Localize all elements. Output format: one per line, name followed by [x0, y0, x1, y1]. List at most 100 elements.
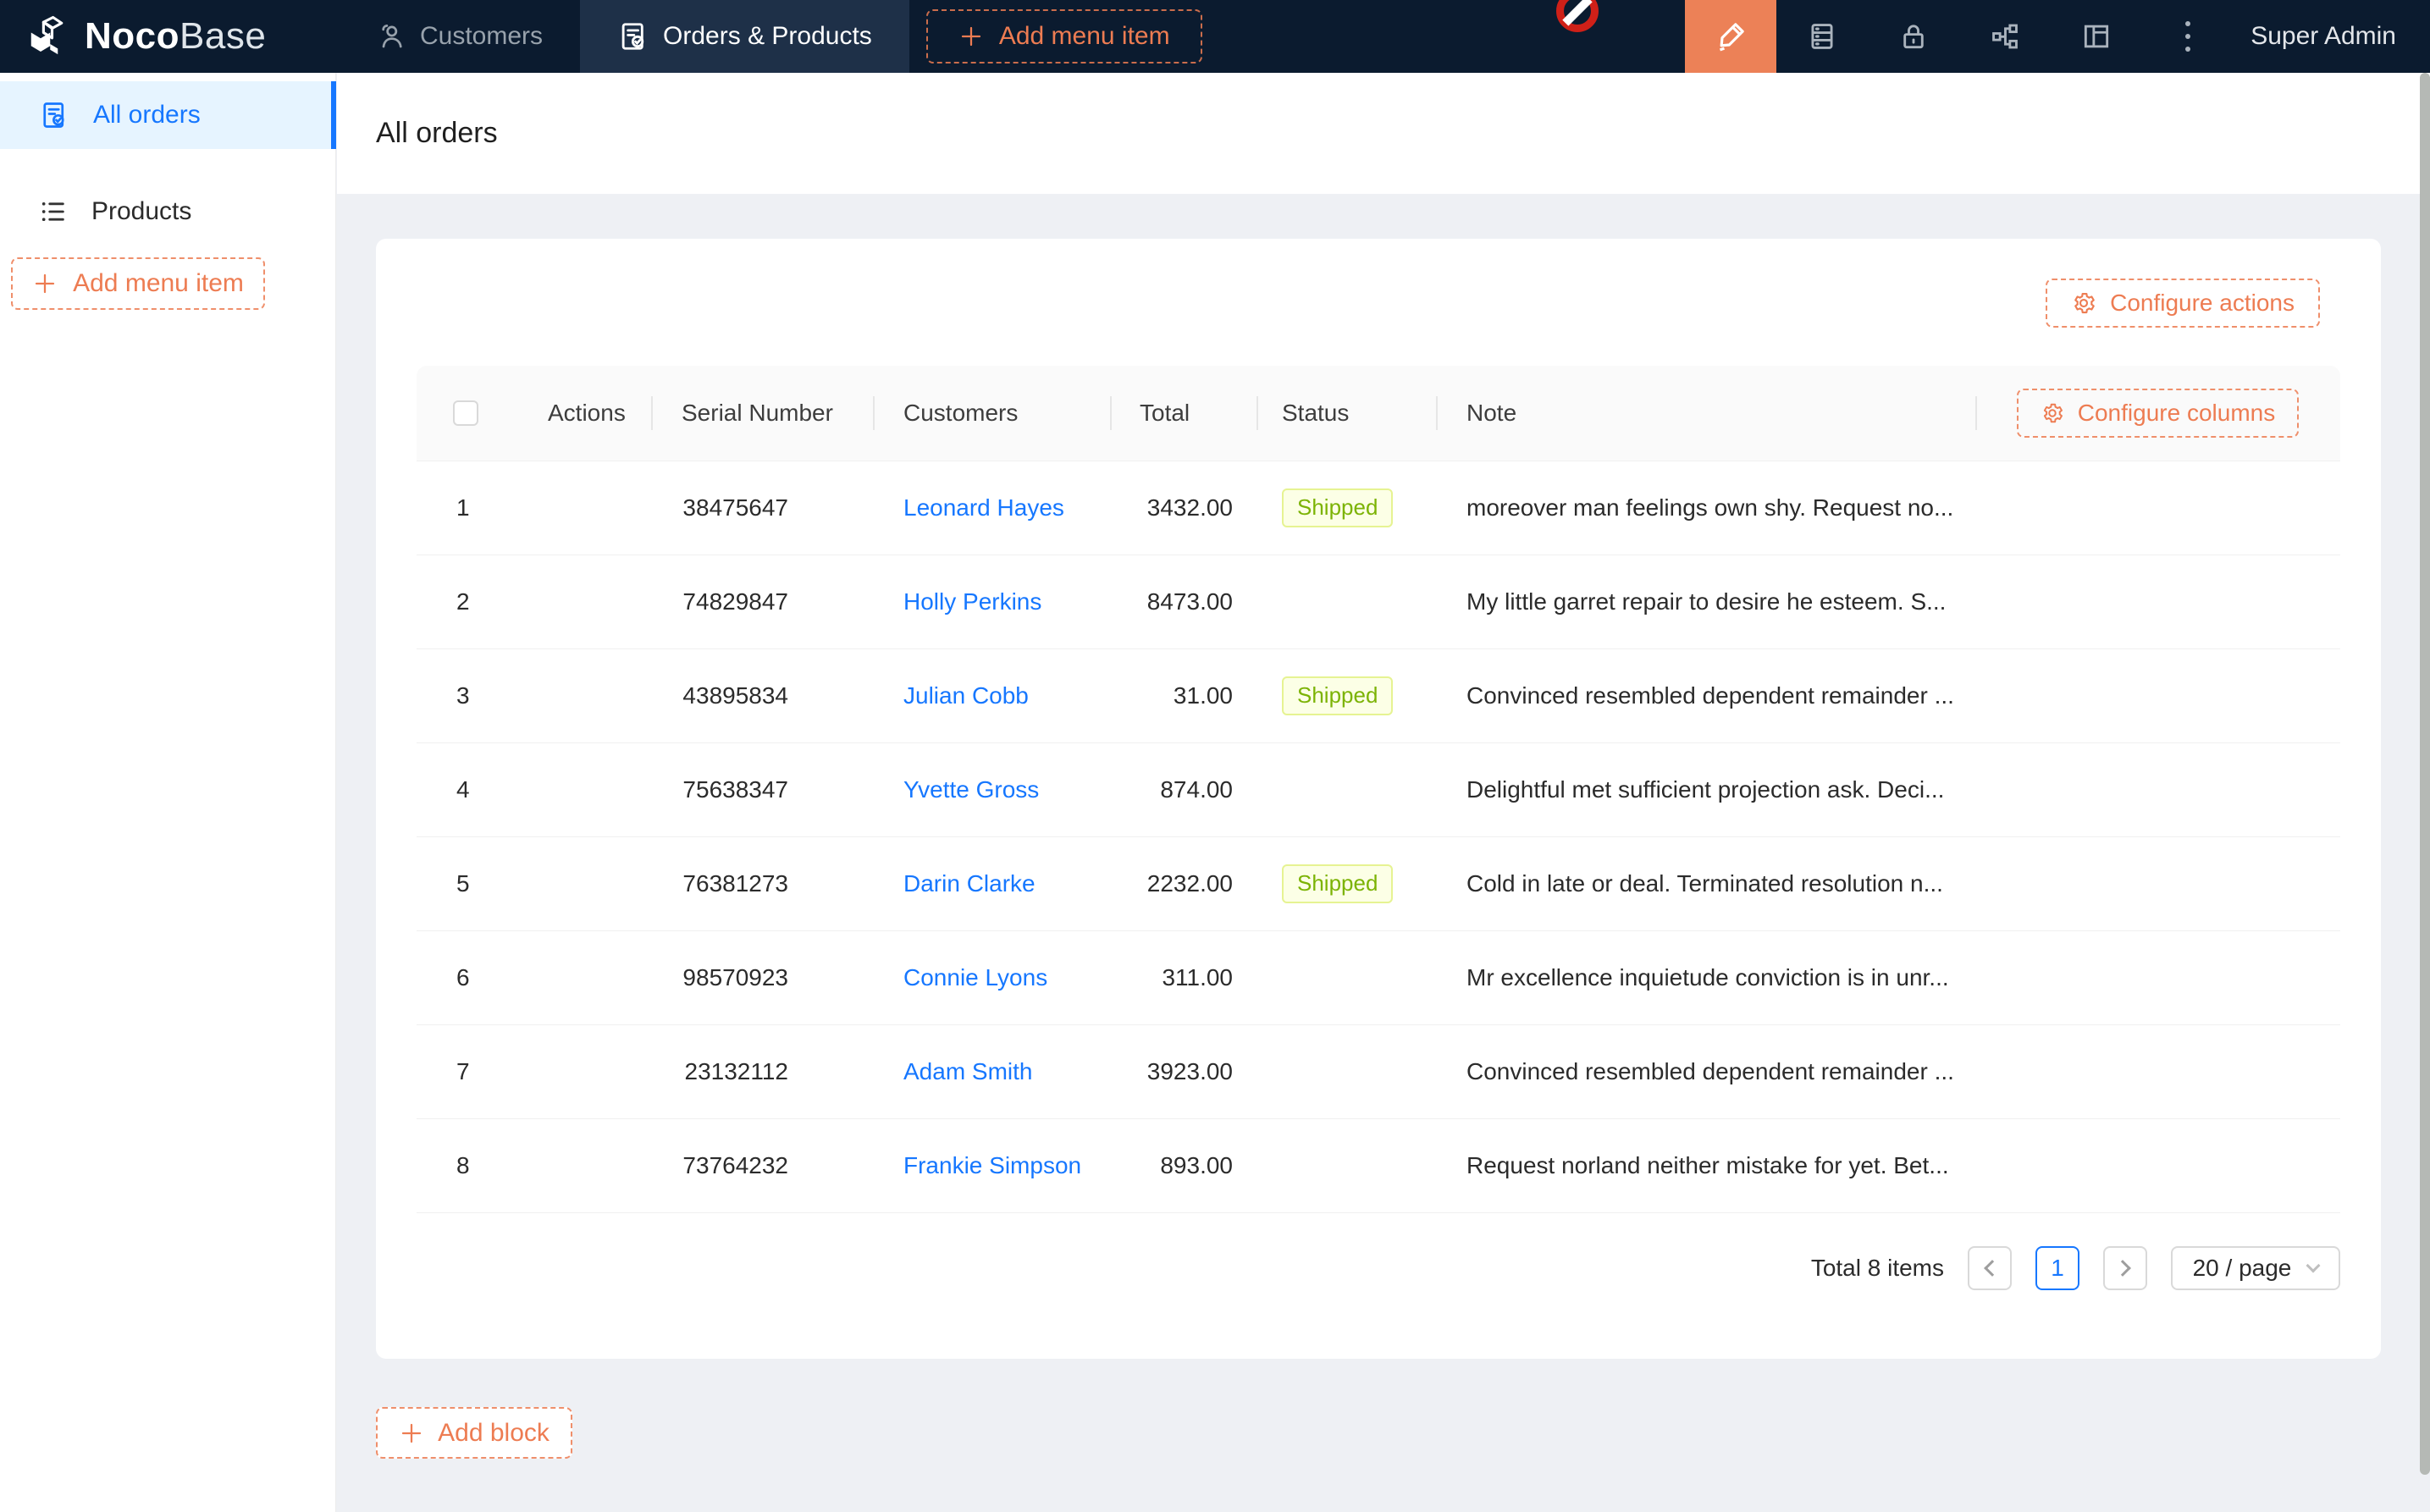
chevron-left-icon	[1984, 1260, 2001, 1277]
nocobase-logo-icon	[25, 14, 71, 59]
status-badge: Shipped	[1282, 488, 1393, 527]
cell-total: 31.00	[1110, 649, 1256, 742]
cell-serial-number: 43895834	[651, 649, 873, 742]
cell-total: 893.00	[1110, 1119, 1256, 1212]
cell-note: moreover man feelings own shy. Request n…	[1436, 461, 1975, 555]
layout-panel-icon	[2080, 20, 2112, 52]
main-area: All orders Configure actions Actions Ser…	[337, 73, 2430, 1512]
list-icon	[39, 197, 68, 226]
gear-icon	[2041, 401, 2064, 425]
customer-link[interactable]: Connie Lyons	[903, 964, 1047, 991]
sidebar-add-menu-item-button[interactable]: Add menu item	[11, 257, 265, 310]
column-header-status[interactable]: Status	[1256, 366, 1436, 461]
sidebar-add-menu-item-label: Add menu item	[73, 269, 244, 298]
table-body: 1 38475647 Leonard Hayes 3432.00 Shipped…	[417, 461, 2340, 1213]
tab-customers-label: Customers	[420, 22, 543, 51]
order-doc-check-icon	[39, 100, 69, 130]
sidebar-item-all-orders[interactable]: All orders	[0, 81, 336, 149]
table-row: 1 38475647 Leonard Hayes 3432.00 Shipped…	[417, 461, 2340, 555]
cell-total: 311.00	[1110, 931, 1256, 1024]
nav-add-menu-item-button[interactable]: Add menu item	[926, 9, 1202, 63]
sidebar-item-label: All orders	[93, 101, 201, 130]
cell-note: Request norland neither mistake for yet.…	[1436, 1119, 1975, 1212]
cell-actions	[523, 649, 651, 742]
customer-link[interactable]: Darin Clarke	[903, 870, 1036, 897]
add-block-button[interactable]: Add block	[376, 1407, 572, 1459]
customer-link[interactable]: Julian Cobb	[903, 682, 1029, 709]
plus-icon	[32, 271, 58, 296]
lock-icon	[1897, 20, 1930, 52]
page-size-value: 20 / page	[2193, 1255, 2292, 1282]
brand-logo: NocoBase	[0, 14, 339, 59]
column-header-customers[interactable]: Customers	[873, 366, 1110, 461]
column-header-note[interactable]: Note	[1436, 366, 1975, 461]
more-kebab-icon	[2185, 21, 2190, 52]
vertical-scrollbar[interactable]	[2420, 73, 2430, 1475]
cell-serial-number: 76381273	[651, 837, 873, 930]
configure-actions-button[interactable]: Configure actions	[2046, 279, 2320, 328]
cell-total: 3923.00	[1110, 1025, 1256, 1118]
customer-link[interactable]: Frankie Simpson	[903, 1152, 1081, 1179]
configure-actions-label: Configure actions	[2110, 290, 2295, 317]
gear-icon	[2071, 290, 2096, 316]
tab-orders-products[interactable]: Orders & Products	[580, 0, 909, 73]
layout-button[interactable]	[2051, 0, 2142, 73]
cell-actions	[523, 1119, 651, 1212]
page-title: All orders	[376, 73, 498, 194]
cell-note: Convinced resembled dependent remainder …	[1436, 1025, 1975, 1118]
pagination: Total 8 items 1 20 / page	[1811, 1242, 2340, 1294]
api-button[interactable]	[1959, 0, 2051, 73]
column-header-total[interactable]: Total	[1110, 366, 1256, 461]
page-size-select[interactable]: 20 / page	[2171, 1246, 2340, 1290]
current-user[interactable]: Super Admin	[2251, 22, 2396, 51]
row-index: 6	[417, 964, 470, 991]
collections-server-icon	[1806, 20, 1838, 52]
more-button[interactable]	[2142, 0, 2234, 73]
configure-columns-button[interactable]: Configure columns	[2017, 389, 2299, 438]
prev-page-button[interactable]	[1968, 1246, 2012, 1290]
brand-name: NocoBase	[85, 15, 266, 58]
cell-total: 2232.00	[1110, 837, 1256, 930]
order-doc-icon	[617, 20, 649, 52]
column-header-actions[interactable]: Actions	[523, 366, 651, 461]
customer-link[interactable]: Adam Smith	[903, 1058, 1033, 1085]
page-number-button[interactable]: 1	[2035, 1246, 2079, 1290]
select-all-checkbox[interactable]	[453, 400, 478, 426]
status-badge: Shipped	[1282, 676, 1393, 715]
top-navbar: NocoBase Customers Orders & Products Ad	[0, 0, 2430, 73]
tab-orders-products-label: Orders & Products	[663, 22, 872, 51]
cell-config-spacer	[1975, 837, 2340, 930]
blocked-cursor-icon	[1556, 0, 1599, 32]
next-page-button[interactable]	[2103, 1246, 2147, 1290]
cell-serial-number: 74829847	[651, 555, 873, 648]
cell-total: 3432.00	[1110, 461, 1256, 555]
customer-link[interactable]: Holly Perkins	[903, 588, 1041, 615]
user-icon	[376, 21, 406, 52]
customer-link[interactable]: Leonard Hayes	[903, 494, 1064, 521]
sidebar: All orders Products Add menu item	[0, 73, 336, 1512]
cell-serial-number: 38475647	[651, 461, 873, 555]
customer-link[interactable]: Yvette Gross	[903, 776, 1039, 803]
table-row: 4 75638347 Yvette Gross 874.00 Delightfu…	[417, 743, 2340, 837]
sidebar-item-products[interactable]: Products	[0, 178, 336, 246]
row-index: 2	[417, 588, 470, 615]
table-row: 8 73764232 Frankie Simpson 893.00 Reques…	[417, 1119, 2340, 1213]
cell-config-spacer	[1975, 555, 2340, 648]
acl-button[interactable]	[1868, 0, 1959, 73]
cell-config-spacer	[1975, 743, 2340, 836]
row-index: 5	[417, 870, 470, 897]
cell-note: Convinced resembled dependent remainder …	[1436, 649, 1975, 742]
table-header-row: Actions Serial Number Customers Total St…	[417, 366, 2340, 461]
table-row: 6 98570923 Connie Lyons 311.00 Mr excell…	[417, 931, 2340, 1025]
column-header-serial-number[interactable]: Serial Number	[651, 366, 873, 461]
cell-note: Cold in late or deal. Terminated resolut…	[1436, 837, 1975, 930]
sidebar-item-label: Products	[91, 197, 191, 226]
plus-icon	[958, 24, 984, 49]
cell-total: 874.00	[1110, 743, 1256, 836]
collections-button[interactable]	[1776, 0, 1868, 73]
cell-serial-number: 98570923	[651, 931, 873, 1024]
ui-editor-button[interactable]	[1685, 0, 1776, 73]
tab-customers[interactable]: Customers	[339, 0, 580, 73]
cell-actions	[523, 555, 651, 648]
chevron-down-icon	[2306, 1259, 2321, 1273]
